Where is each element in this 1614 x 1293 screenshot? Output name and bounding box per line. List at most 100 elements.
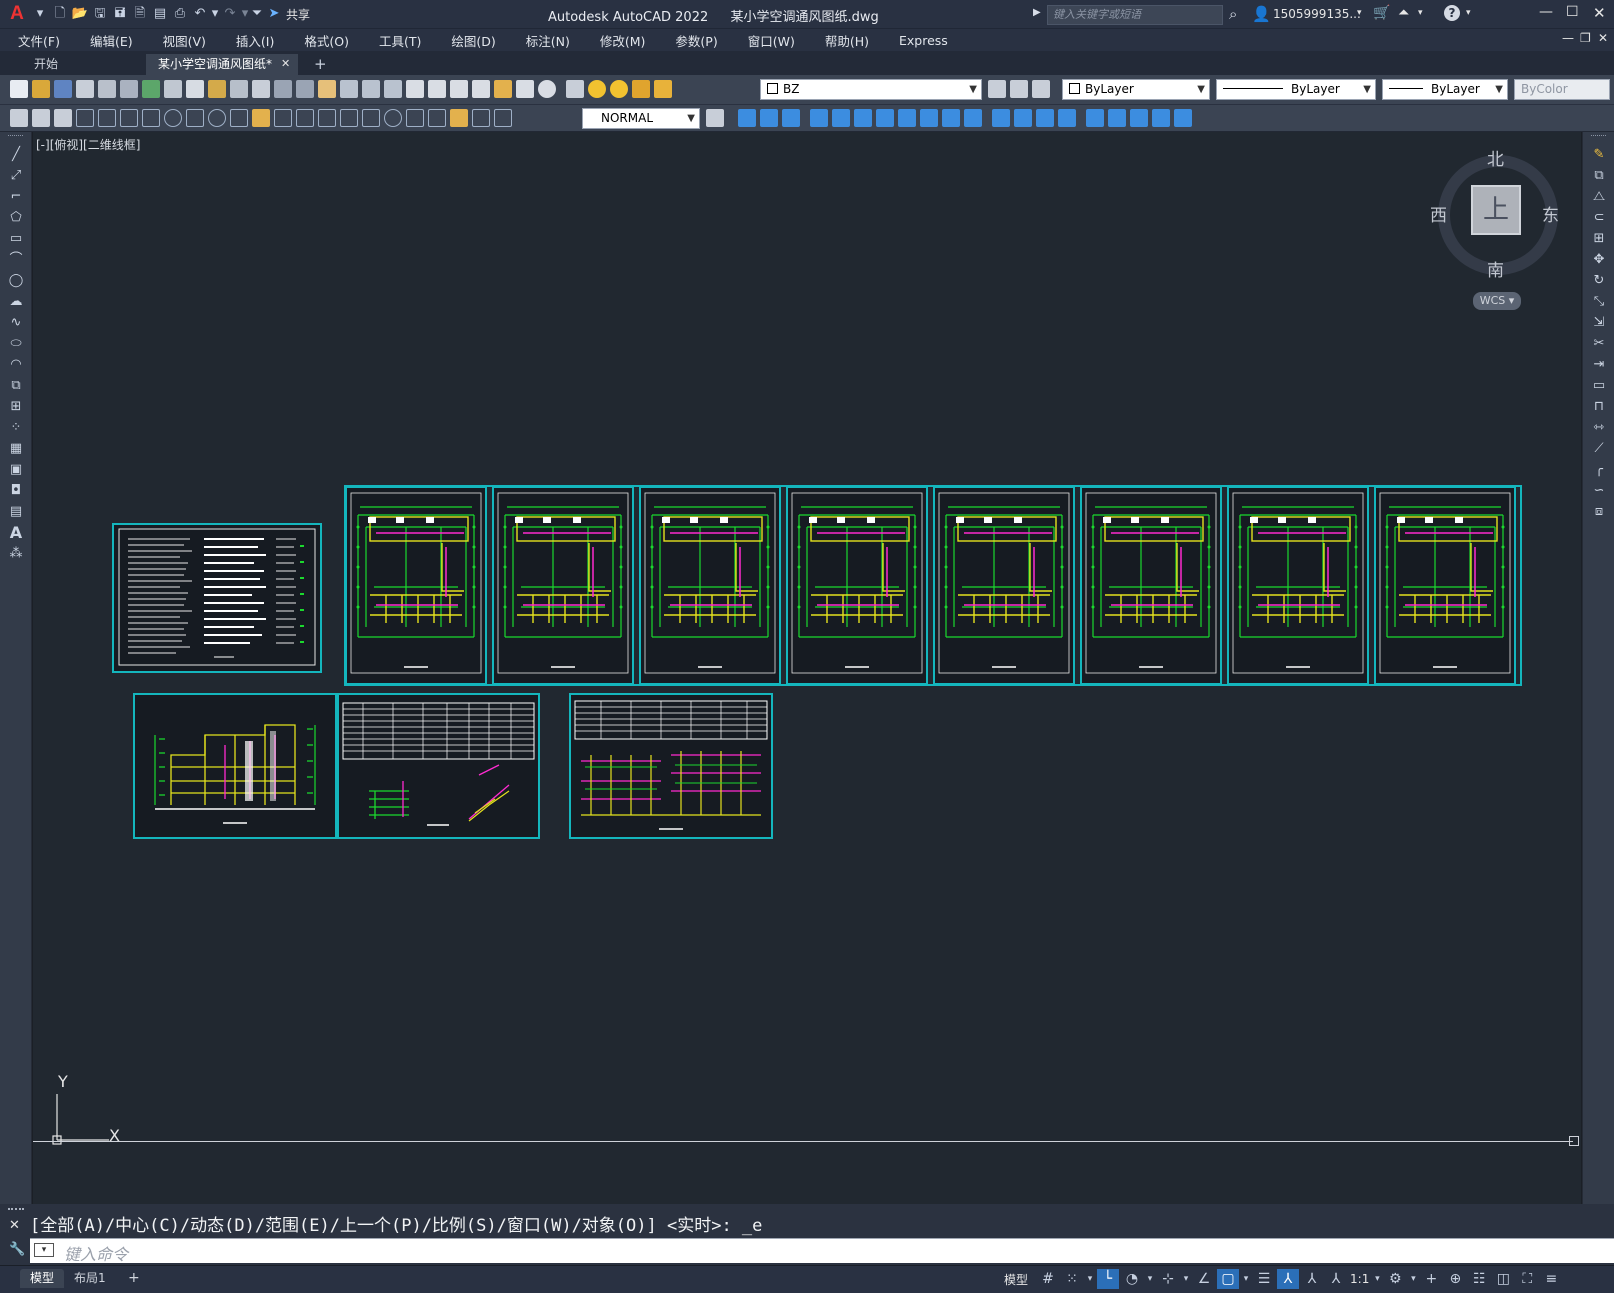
sheet-design-notes[interactable] [112, 523, 322, 673]
sheet-floor-plan-2[interactable] [492, 486, 634, 685]
snap-dropdown-icon[interactable]: ▾ [1085, 1269, 1095, 1289]
color-dropdown[interactable]: ByLayer ▼ [1062, 79, 1210, 100]
annotation-scale-icon[interactable]: ⅄ [1325, 1269, 1347, 1289]
markup-icon[interactable] [494, 80, 512, 98]
chamfer-icon[interactable]: ⟋ [1590, 440, 1608, 458]
edit-spline-icon[interactable] [1130, 109, 1148, 127]
plotstyle-dropdown[interactable]: ByColor [1514, 79, 1610, 100]
add-layout-button[interactable]: + [118, 1269, 150, 1288]
wcs-menu[interactable]: WCS ▾ [1473, 292, 1521, 310]
menu-modify[interactable]: 修改(M) [600, 31, 646, 50]
menu-draw[interactable]: 绘图(D) [451, 31, 495, 50]
copy-icon[interactable] [738, 109, 756, 127]
dim-jogged-icon[interactable] [186, 109, 204, 127]
dim-space-icon[interactable] [318, 109, 336, 127]
polyline-icon[interactable]: ⌐ [7, 188, 25, 206]
mirror-icon[interactable] [760, 109, 778, 127]
join-icon[interactable]: ⇿ [1590, 419, 1608, 437]
qnew-icon[interactable] [10, 80, 28, 98]
blend-curves-icon[interactable]: ∽ [1590, 482, 1608, 500]
pan-icon[interactable] [318, 80, 336, 98]
fillet-icon[interactable] [1036, 109, 1054, 127]
search-input[interactable]: 键入关键字或短语 [1047, 5, 1223, 25]
dim-ordinate-icon[interactable] [142, 109, 160, 127]
tool-palettes-icon[interactable] [450, 80, 468, 98]
workspace-dropdown-icon[interactable]: ▾ [1408, 1269, 1418, 1289]
redo-dropdown-icon[interactable]: ▾ [240, 4, 250, 24]
help-dropdown-icon[interactable]: ▾ [1466, 8, 1471, 18]
dim-continue-icon[interactable] [296, 109, 314, 127]
inspect-icon[interactable] [406, 109, 424, 127]
menu-file[interactable]: 文件(F) [18, 31, 60, 50]
export-icon[interactable]: 🗎 [130, 4, 150, 24]
share-icon[interactable]: ➤ [264, 4, 284, 24]
offset-icon[interactable]: ⊂ [1590, 209, 1608, 227]
break-icon[interactable] [964, 109, 982, 127]
layer-lock-icon[interactable] [654, 80, 672, 98]
doc-restore-icon[interactable]: ❐ [1580, 31, 1591, 45]
annotation-scale-value[interactable]: 1:1 [1350, 1272, 1369, 1286]
ortho-icon[interactable]: └ [1097, 1269, 1120, 1289]
sheet-floor-plan-5[interactable] [933, 486, 1075, 685]
dim-text-edit-icon[interactable] [450, 109, 468, 127]
object-snap-tracking-icon[interactable]: ∠ [1193, 1269, 1215, 1289]
stretch-icon[interactable] [898, 109, 916, 127]
clean-screen-icon[interactable]: ⛶ [1516, 1269, 1538, 1289]
viewcube-top-face[interactable]: 上 [1471, 185, 1521, 235]
trim-icon[interactable] [920, 109, 938, 127]
erase-icon[interactable]: ✎ [1590, 146, 1608, 164]
isolate-objects-icon[interactable]: ◫ [1492, 1269, 1514, 1289]
block-editor-icon[interactable] [252, 80, 270, 98]
layer-freeze-icon[interactable] [610, 80, 628, 98]
matchprop-icon[interactable] [164, 80, 182, 98]
save-as-icon[interactable]: 🖬 [110, 4, 130, 24]
ellipse-arc-icon[interactable]: ◠ [7, 356, 25, 374]
revision-cloud-icon[interactable]: ☁ [7, 293, 25, 311]
hatch-icon[interactable]: ▦ [7, 440, 25, 458]
rectangle-icon[interactable]: ▭ [7, 230, 25, 248]
tab-model[interactable]: 模型 [20, 1269, 65, 1288]
extend-icon[interactable]: ⇥ [1590, 356, 1608, 374]
layer-viewport-icon[interactable] [632, 80, 650, 98]
command-customize-icon[interactable]: 🔧 [9, 1242, 25, 1257]
auto-scale-icon[interactable]: ⅄ [1301, 1269, 1323, 1289]
copy-clip-icon[interactable] [186, 80, 204, 98]
viewcube-south[interactable]: 南 [1487, 256, 1504, 281]
dim-override-icon[interactable] [494, 109, 512, 127]
sheet-floor-plan-1[interactable] [345, 486, 487, 685]
quick-dim-icon[interactable] [252, 109, 270, 127]
offset-icon[interactable] [782, 109, 800, 127]
sheet-floor-plan-4[interactable] [786, 486, 928, 685]
doc-minimize-icon[interactable]: — [1562, 31, 1574, 45]
explode-icon[interactable] [1086, 109, 1104, 127]
annotation-monitor-icon[interactable]: + [1420, 1269, 1442, 1289]
open-icon[interactable] [32, 80, 50, 98]
sheet-system-diagram[interactable] [569, 693, 773, 839]
zoom-realtime-icon[interactable] [340, 80, 358, 98]
zoom-window-icon[interactable] [362, 80, 380, 98]
user-account[interactable]: 1505999135... [1273, 7, 1361, 21]
customize-quick-access-icon[interactable]: ⏷ [250, 4, 264, 24]
annotation-visibility-icon[interactable]: ⅄ [1277, 1269, 1300, 1289]
design-center-icon[interactable] [428, 80, 446, 98]
properties-icon[interactable] [406, 80, 424, 98]
dim-aligned-icon[interactable] [98, 109, 116, 127]
quick-properties-icon[interactable]: ☷ [1468, 1269, 1490, 1289]
scale-dropdown-icon[interactable]: ▾ [1372, 1269, 1382, 1289]
edit-array-icon[interactable] [1174, 109, 1192, 127]
new-tab-button[interactable]: + [314, 55, 327, 73]
move-icon[interactable] [832, 109, 850, 127]
undo-icon[interactable]: ↶ [190, 4, 210, 24]
menu-window[interactable]: 窗口(W) [748, 31, 795, 50]
calculator-icon[interactable] [516, 80, 534, 98]
3dprint-icon[interactable] [142, 80, 160, 98]
multiline-text-icon[interactable]: A [7, 524, 25, 542]
sheet-equipment-table-1[interactable] [337, 693, 540, 839]
menu-format[interactable]: 格式(O) [304, 31, 349, 50]
chamfer-icon[interactable] [1014, 109, 1032, 127]
open-folder-icon[interactable]: 📂 [70, 4, 90, 24]
scale-icon[interactable] [876, 109, 894, 127]
rotate-icon[interactable] [854, 109, 872, 127]
grid-icon[interactable]: # [1037, 1269, 1059, 1289]
layer-states-icon[interactable] [1032, 80, 1050, 98]
